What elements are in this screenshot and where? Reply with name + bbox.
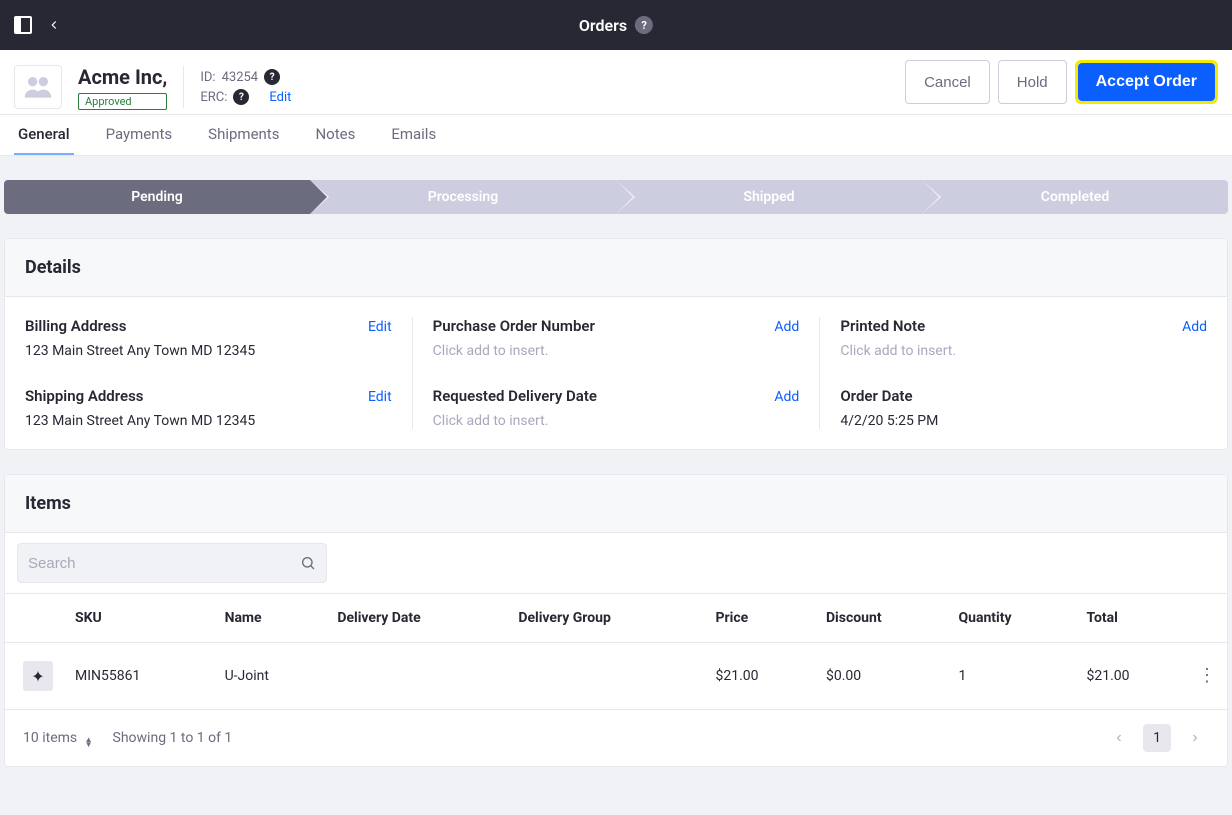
cell-total: $21.00 [1076, 643, 1187, 710]
col-name[interactable]: Name [215, 594, 328, 643]
tab-general[interactable]: General [14, 115, 74, 155]
po-placeholder: Click add to insert. [433, 343, 800, 359]
shipping-label: Shipping Address [25, 387, 144, 405]
po-label: Purchase Order Number [433, 317, 595, 335]
billing-edit[interactable]: Edit [368, 319, 392, 335]
id-label: ID: [200, 70, 215, 85]
po-add[interactable]: Add [774, 319, 799, 335]
item-thumbnail: ✦ [23, 661, 53, 691]
items-table: SKU Name Delivery Date Delivery Group Pr… [5, 593, 1227, 710]
cell-price: $21.00 [705, 643, 815, 710]
topbar: Orders ? [0, 0, 1232, 50]
billing-label: Billing Address [25, 317, 126, 335]
panel-toggle-icon[interactable] [14, 16, 32, 34]
step-completed[interactable]: Completed [922, 180, 1228, 214]
accept-order-button[interactable]: Accept Order [1078, 63, 1215, 101]
table-footer: 10 items ▲▼ Showing 1 to 1 of 1 1 [5, 710, 1227, 766]
page-size[interactable]: 10 items ▲▼ [23, 730, 93, 747]
tab-notes[interactable]: Notes [311, 115, 359, 155]
step-shipped[interactable]: Shipped [616, 180, 922, 214]
edit-link[interactable]: Edit [269, 90, 291, 105]
printed-note-placeholder: Click add to insert. [840, 343, 1207, 359]
cell-discount: $0.00 [816, 643, 949, 710]
details-title: Details [5, 239, 1227, 297]
col-quantity[interactable]: Quantity [948, 594, 1076, 643]
erc-info-icon[interactable]: ? [233, 89, 249, 105]
hold-button[interactable]: Hold [998, 60, 1067, 104]
billing-value: 123 Main Street Any Town MD 12345 [25, 343, 392, 359]
account-avatar [14, 65, 62, 109]
requested-delivery-add[interactable]: Add [774, 389, 799, 405]
col-delivery-date[interactable]: Delivery Date [327, 594, 508, 643]
shipping-edit[interactable]: Edit [368, 389, 392, 405]
tabs: General Payments Shipments Notes Emails [0, 115, 1232, 156]
shipping-value: 123 Main Street Any Town MD 12345 [25, 413, 392, 429]
col-price[interactable]: Price [705, 594, 815, 643]
tab-payments[interactable]: Payments [102, 115, 177, 155]
order-date-value: 4/2/20 5:25 PM [840, 413, 1207, 429]
tab-emails[interactable]: Emails [387, 115, 440, 155]
col-sku[interactable]: SKU [65, 594, 215, 643]
pager-prev[interactable] [1105, 724, 1133, 752]
items-card: Items SKU Name Delivery Date Delivery Gr… [4, 474, 1228, 767]
back-button[interactable] [44, 15, 64, 35]
id-info-icon[interactable]: ? [264, 69, 280, 85]
page-title: Orders [579, 16, 627, 35]
cancel-button[interactable]: Cancel [905, 60, 990, 104]
showing-text: Showing 1 to 1 of 1 [113, 730, 233, 746]
details-card: Details Billing Address Edit 123 Main St… [4, 238, 1228, 450]
cell-sku: MIN55861 [65, 643, 215, 710]
company-name: Acme Inc, [78, 65, 167, 89]
cell-name: U-Joint [215, 643, 328, 710]
col-delivery-group[interactable]: Delivery Group [508, 594, 705, 643]
pager-next[interactable] [1181, 724, 1209, 752]
accept-order-highlight: Accept Order [1075, 60, 1218, 104]
search-box[interactable] [17, 543, 327, 583]
requested-delivery-placeholder: Click add to insert. [433, 413, 800, 429]
col-discount[interactable]: Discount [816, 594, 949, 643]
step-pending[interactable]: Pending [4, 180, 310, 214]
id-value: 43254 [222, 70, 259, 85]
pager-page[interactable]: 1 [1143, 724, 1171, 752]
step-processing[interactable]: Processing [310, 180, 616, 214]
order-header: Acme Inc, Approved ID: 43254 ? ERC: ? Ed… [0, 50, 1232, 115]
row-menu-icon[interactable]: ⋮ [1197, 674, 1217, 678]
help-icon[interactable]: ? [635, 16, 653, 34]
order-date-label: Order Date [840, 387, 912, 405]
requested-delivery-label: Requested Delivery Date [433, 387, 597, 405]
status-badge: Approved [78, 93, 167, 110]
status-stepper: Pending Processing Shipped Completed [4, 180, 1228, 214]
col-total[interactable]: Total [1076, 594, 1187, 643]
cell-delivery-group [508, 643, 705, 710]
printed-note-label: Printed Note [840, 317, 925, 335]
search-icon [300, 555, 316, 571]
items-title: Items [5, 475, 1227, 533]
table-row[interactable]: ✦ MIN55861 U-Joint $21.00 $0.00 1 $21.00… [5, 643, 1227, 710]
erc-label: ERC: [200, 90, 227, 105]
page-size-arrows-icon: ▲▼ [85, 737, 93, 747]
tab-shipments[interactable]: Shipments [204, 115, 283, 155]
cell-delivery-date [327, 643, 508, 710]
cell-quantity: 1 [948, 643, 1076, 710]
printed-note-add[interactable]: Add [1182, 319, 1207, 335]
search-input[interactable] [28, 555, 300, 572]
